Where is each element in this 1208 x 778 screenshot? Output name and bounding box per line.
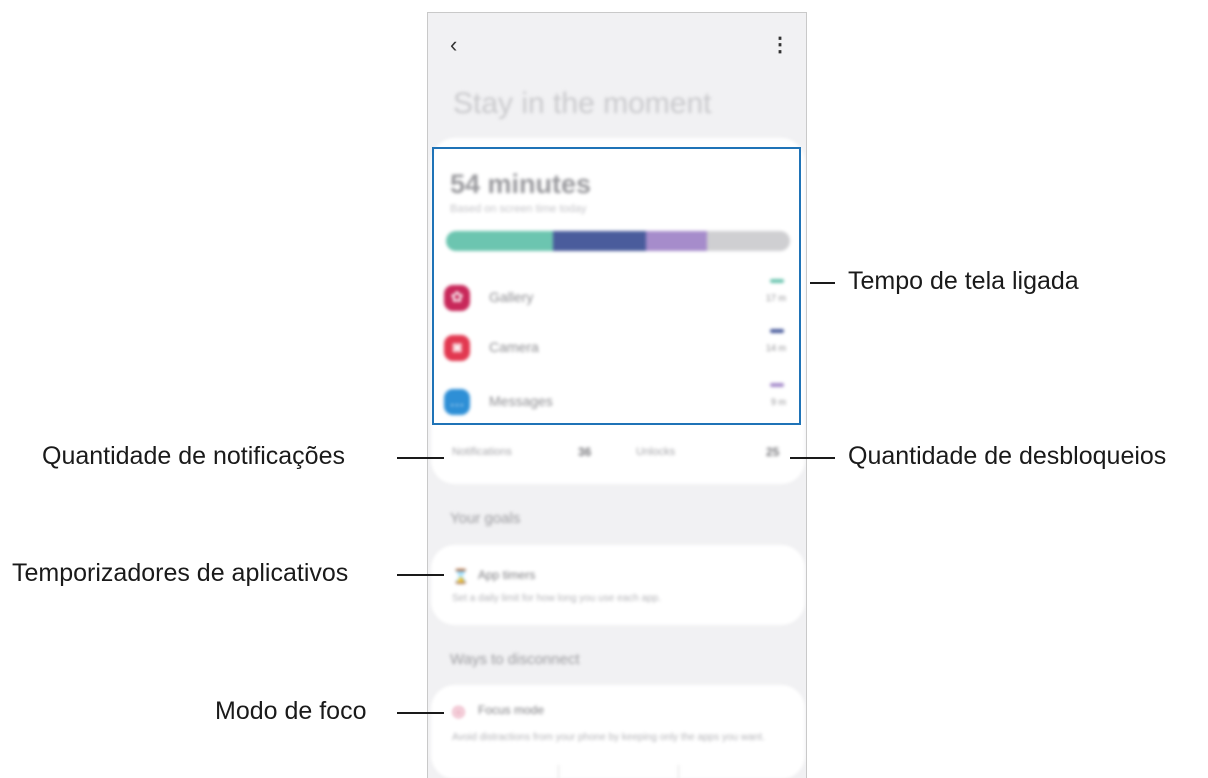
app-row-messages[interactable]: … Messages 9 m xyxy=(444,383,790,421)
page-title: Stay in the moment xyxy=(453,87,712,120)
callout-focus-mode: Modo de foco xyxy=(215,697,367,725)
callout-screen-time: Tempo de tela ligada xyxy=(848,267,1079,295)
focus-mode-description: Avoid distractions from your phone by ke… xyxy=(452,732,765,743)
more-options-button[interactable]: ⋮ xyxy=(770,33,790,57)
app-timers-description: Set a daily limit for how long you use e… xyxy=(452,593,662,604)
app-time: 14 m xyxy=(765,343,786,353)
leader-line xyxy=(397,574,444,576)
leader-line xyxy=(397,457,444,459)
focus-icon: ◎ xyxy=(452,703,466,720)
total-screen-time: 54 minutes xyxy=(450,169,592,199)
leader-line xyxy=(810,282,835,284)
callout-unlocks: Quantidade de desbloqueios xyxy=(848,442,1167,470)
leader-line xyxy=(397,712,444,714)
usage-segment-3 xyxy=(645,231,708,251)
back-button[interactable]: ‹ xyxy=(450,33,470,57)
phone-screen: ‹ ⋮ Stay in the moment 54 minutes Based … xyxy=(427,12,807,778)
divider xyxy=(558,765,559,778)
leader-line xyxy=(790,457,835,459)
messages-icon: … xyxy=(444,389,470,415)
stats-card[interactable] xyxy=(431,436,805,484)
usage-segment-1 xyxy=(446,231,553,251)
camera-icon: ◙ xyxy=(444,335,470,361)
gallery-icon: ✿ xyxy=(444,285,470,311)
focus-mode-title: Focus mode xyxy=(478,703,545,717)
goals-section-title: Your goals xyxy=(450,510,521,527)
app-row-gallery[interactable]: ✿ Gallery 17 m xyxy=(444,279,790,317)
disconnect-section-title: Ways to disconnect xyxy=(450,651,580,668)
app-time: 17 m xyxy=(765,293,786,303)
usage-segment-4 xyxy=(707,231,790,251)
screen-time-caption: Based on screen time today xyxy=(450,203,587,215)
usage-dash xyxy=(770,383,784,387)
callout-notifications: Quantidade de notificações xyxy=(42,442,345,470)
hourglass-icon: ⌛ xyxy=(452,568,470,584)
app-time: 9 m xyxy=(770,397,786,407)
app-timers-card[interactable] xyxy=(431,545,805,625)
app-row-camera[interactable]: ◙ Camera 14 m xyxy=(444,329,790,367)
app-timers-title: App timers xyxy=(478,568,536,582)
app-name: Gallery xyxy=(489,289,534,305)
app-name: Camera xyxy=(489,339,539,355)
divider xyxy=(678,765,679,778)
unlocks-count: 25 xyxy=(766,445,780,459)
notifications-count: 36 xyxy=(578,445,592,459)
notifications-label: Notifications xyxy=(452,446,512,458)
usage-segment-2 xyxy=(552,231,646,251)
usage-bar xyxy=(446,231,790,251)
usage-dash xyxy=(770,329,784,333)
usage-dash xyxy=(770,279,784,283)
unlocks-label: Unlocks xyxy=(636,446,676,458)
callout-app-timers: Temporizadores de aplicativos xyxy=(12,559,349,587)
app-name: Messages xyxy=(489,393,553,409)
top-bar: ‹ ⋮ xyxy=(428,13,806,83)
